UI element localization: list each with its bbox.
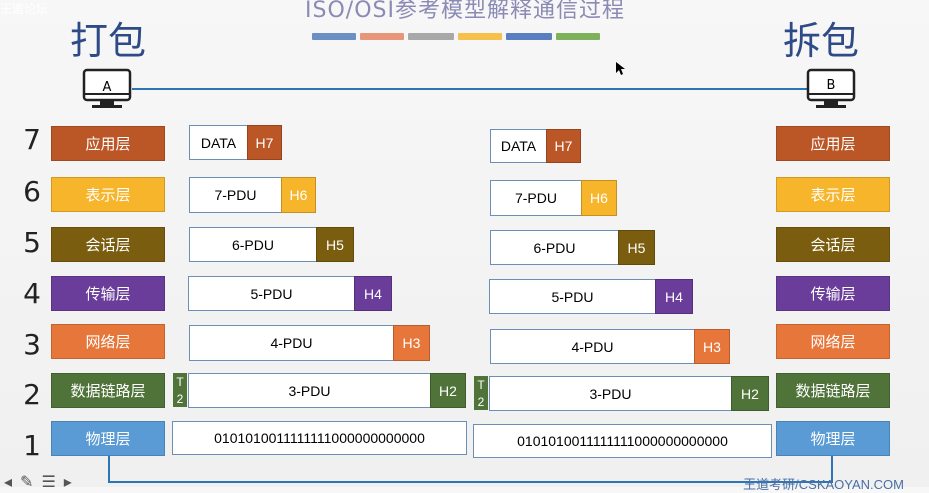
receiver-l2-trailer: T 2: [474, 376, 488, 410]
receiver-layer-presentation: 表示层: [776, 177, 890, 212]
receiver-l5-header: H5: [618, 230, 655, 265]
sender-layer-transport: 传输层: [51, 276, 165, 311]
sender-l5-data: 6-PDU: [189, 227, 317, 262]
sender-l2-data: 3-PDU: [188, 373, 431, 408]
sender-layer-presentation: 表示层: [51, 177, 165, 212]
sender-l2-header: H2: [430, 373, 466, 408]
sender-l2-trailer-bottom: 2: [176, 391, 184, 406]
sender-layer-datalink: 数据链路层: [51, 373, 165, 408]
sender-label: 打包: [70, 19, 147, 63]
receiver-l2-trailer-top: T: [477, 377, 485, 392]
layer-num-5: 5: [23, 226, 41, 259]
sender-layer-application: 应用层: [51, 126, 165, 161]
receiver-layer-network: 网络层: [776, 324, 890, 359]
receiver-l6-header: H6: [581, 180, 617, 216]
sender-l7-header: H7: [247, 125, 282, 160]
receiver-label: 拆包: [783, 19, 860, 63]
receiver-layer-transport: 传输层: [776, 276, 890, 311]
title-color-bar-3: [408, 33, 454, 40]
topbar-text: 王道论坛: [0, 2, 49, 16]
sender-l5-header: H5: [316, 227, 354, 262]
receiver-l7-data: DATA: [490, 129, 547, 163]
title-color-bar-5: [506, 33, 552, 40]
receiver-l2-header: H2: [731, 376, 769, 411]
sender-layer-network: 网络层: [51, 324, 165, 359]
receiver-layer-datalink: 数据链路层: [776, 373, 890, 408]
arrow-left-icon[interactable]: ◂: [4, 472, 12, 491]
receiver-l5-data: 6-PDU: [490, 230, 619, 265]
sender-l2-trailer: T 2: [173, 373, 187, 407]
layer-num-6: 6: [23, 175, 41, 208]
network-cable-left: [108, 455, 110, 483]
pen-icon[interactable]: ✎: [20, 472, 33, 491]
sender-l2-trailer-top: T: [176, 374, 184, 389]
title-color-bar-2: [360, 33, 404, 40]
receiver-layer-application: 应用层: [776, 126, 890, 161]
computer-b-label: B: [826, 78, 836, 93]
footer-url: 王道考研/CSKAOYAN.COM: [743, 477, 904, 492]
layer-num-7: 7: [23, 123, 41, 156]
receiver-l4-header: H4: [655, 279, 693, 314]
layer-num-3: 3: [23, 328, 41, 361]
receiver-l6-data: 7-PDU: [490, 180, 582, 216]
sender-l3-header: H3: [393, 325, 430, 361]
title-color-bar-4: [458, 33, 502, 40]
sender-layer-session: 会话层: [51, 227, 165, 262]
receiver-l7-header: H7: [546, 129, 581, 163]
receiver-layer-physical: 物理层: [776, 421, 890, 456]
title-color-bar-1: [312, 33, 356, 40]
sender-l3-data: 4-PDU: [189, 325, 394, 361]
presentation-toolbar: ◂ ✎ ☰ ▸: [4, 472, 72, 491]
sender-l4-header: H4: [354, 276, 392, 311]
receiver-l3-header: H3: [694, 329, 730, 364]
receiver-l4-data: 5-PDU: [489, 279, 656, 314]
computer-a-label: A: [102, 80, 112, 95]
layer-num-4: 4: [23, 277, 41, 310]
sender-l1-bits: 0101010011111111000000000000: [172, 421, 467, 455]
sender-l7-data: DATA: [189, 125, 248, 160]
layer-num-1: 1: [23, 429, 41, 462]
network-cable-top: [132, 88, 808, 90]
sender-l4-data: 5-PDU: [188, 276, 355, 311]
receiver-layer-session: 会话层: [776, 227, 890, 262]
receiver-l2-data: 3-PDU: [489, 376, 732, 411]
receiver-l3-data: 4-PDU: [490, 329, 695, 364]
sender-layer-physical: 物理层: [51, 421, 165, 456]
sender-l6-header: H6: [281, 177, 316, 213]
page-title: ISO/OSI参考模型解释通信过程: [305, 0, 625, 20]
layer-num-2: 2: [23, 378, 41, 411]
arrow-right-icon[interactable]: ▸: [64, 472, 72, 491]
mouse-cursor-icon: [616, 61, 626, 80]
title-color-bar-6: [556, 33, 600, 40]
receiver-l2-trailer-bottom: 2: [477, 394, 485, 409]
receiver-l1-bits: 0101010011111111000000000000: [473, 424, 772, 458]
sender-l6-data: 7-PDU: [189, 177, 282, 213]
menu-icon[interactable]: ☰: [41, 472, 55, 491]
network-cable-bottom: [108, 481, 833, 483]
